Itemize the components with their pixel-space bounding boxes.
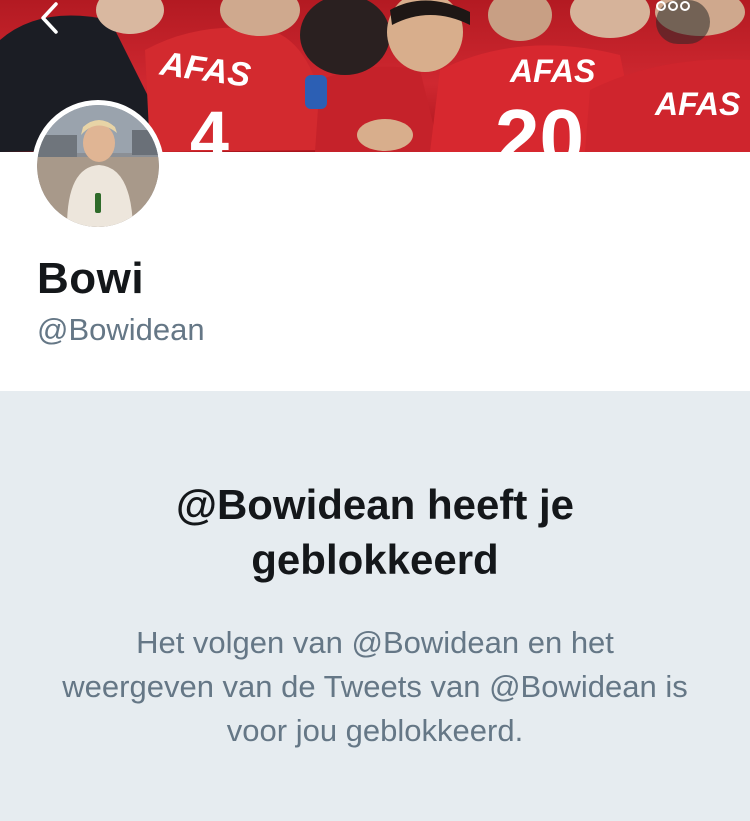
blocked-title: @Bowidean heeft je geblokkeerd [175, 481, 574, 583]
profile-screen: AFAS AFAS AFAS 4 20 Bowi @Bowidean @Bowi… [0, 0, 750, 821]
banner-shirt-text-3: AFAS [654, 86, 741, 122]
banner-number-1: 4 [190, 97, 229, 152]
avatar-photo [37, 105, 159, 227]
blocked-notice: @Bowidean heeft je geblokkeerd Het volge… [0, 391, 750, 821]
more-horizontal-icon [656, 1, 690, 11]
display-name: Bowi [37, 254, 145, 303]
avatar[interactable] [32, 100, 164, 232]
banner-number-2: 20 [495, 93, 584, 152]
chevron-left-icon [41, 2, 58, 34]
username-handle: @Bowidean [37, 312, 205, 347]
back-button[interactable] [38, 0, 92, 44]
banner-shirt-text-2: AFAS [509, 53, 596, 89]
more-options-button[interactable] [656, 0, 710, 44]
blocked-description: Het volgen van @Bowidean en het weergeve… [62, 625, 688, 748]
